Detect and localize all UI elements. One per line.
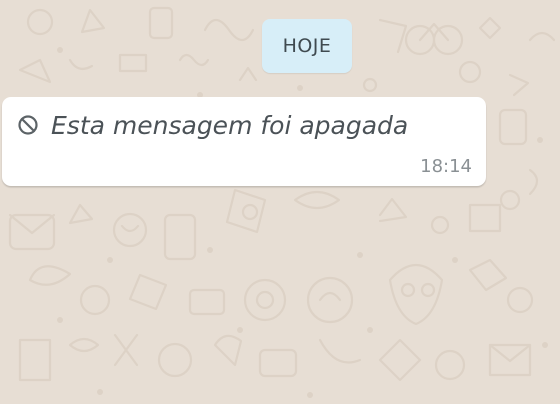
date-chip: HOJE <box>262 19 352 73</box>
deleted-message-text: Esta mensagem foi apagada <box>51 110 409 140</box>
message-bubble[interactable]: Esta mensagem foi apagada 18:14 <box>2 97 486 186</box>
date-chip-label: HOJE <box>282 35 332 57</box>
deleted-message-icon <box>17 114 39 136</box>
deleted-message-row: Esta mensagem foi apagada <box>17 107 408 143</box>
message-timestamp: 18:14 <box>420 156 472 177</box>
